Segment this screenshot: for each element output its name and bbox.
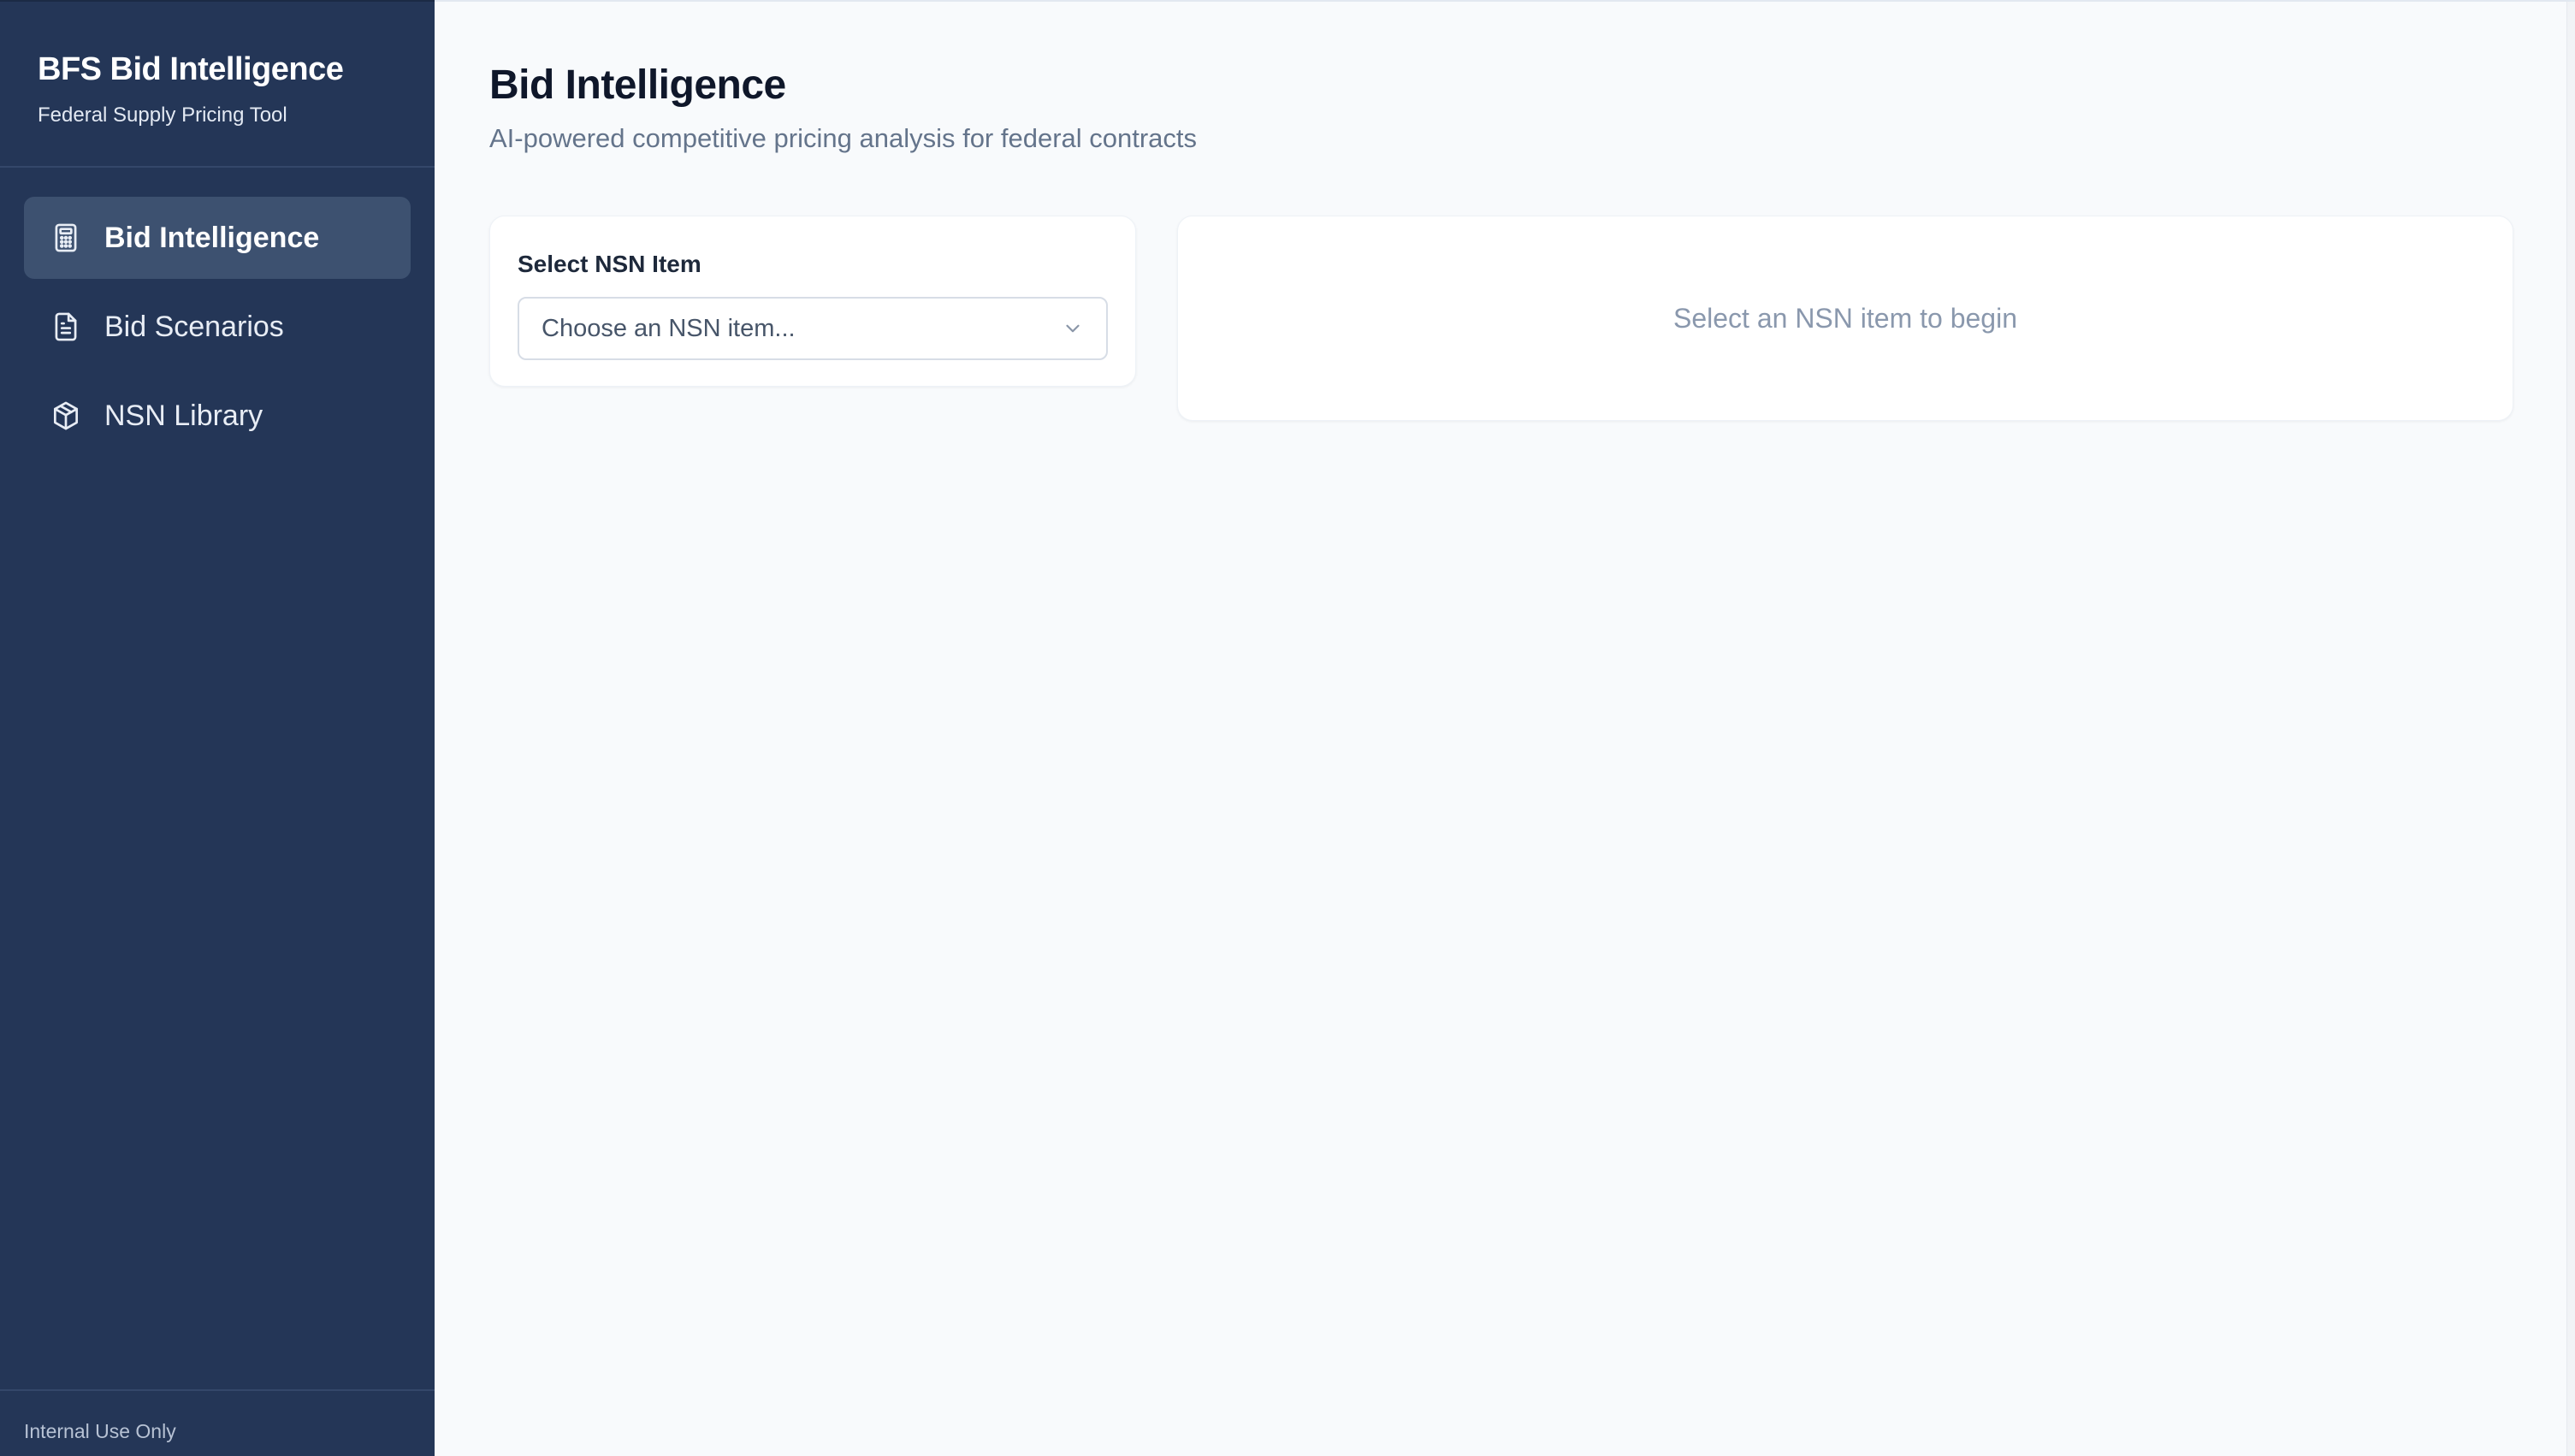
document-icon [50,311,82,343]
empty-state-message: Select an NSN item to begin [1673,302,2017,334]
sidebar-item-label: Bid Scenarios [104,310,284,343]
brand-subtitle: Federal Supply Pricing Tool [38,104,287,127]
nsn-select-placeholder: Choose an NSN item... [542,314,796,342]
sidebar: BFS Bid Intelligence Federal Supply Pric… [0,0,435,1456]
sidebar-item-label: NSN Library [104,399,263,432]
package-icon [50,400,82,432]
nsn-select-card: Select NSN Item Choose an NSN item... [489,216,1136,387]
sidebar-item-bid-scenarios[interactable]: Bid Scenarios [24,286,411,368]
calculator-icon [50,222,82,254]
sidebar-item-bid-intelligence[interactable]: Bid Intelligence [24,197,411,279]
brand-title: BFS Bid Intelligence [38,51,344,87]
page-subtitle: AI-powered competitive pricing analysis … [489,123,1198,153]
app-root: BFS Bid Intelligence Federal Supply Pric… [0,0,2575,1456]
page-title: Bid Intelligence [489,62,786,108]
main-content: Bid Intelligence AI-powered competitive … [435,0,2575,1456]
scrollbar[interactable] [2566,2,2575,1456]
sidebar-item-label: Bid Intelligence [104,221,320,254]
analysis-panel: Select an NSN item to begin [1177,216,2513,421]
chevron-down-icon [1062,317,1084,340]
brand: BFS Bid Intelligence Federal Supply Pric… [0,2,435,168]
nsn-select-dropdown[interactable]: Choose an NSN item... [518,297,1108,360]
sidebar-item-nsn-library[interactable]: NSN Library [24,375,411,457]
sidebar-footer: Internal Use Only [0,1389,435,1456]
sidebar-nav: Bid Intelligence Bid Scenarios NSN Libra… [0,168,435,486]
nsn-select-label: Select NSN Item [518,251,701,277]
